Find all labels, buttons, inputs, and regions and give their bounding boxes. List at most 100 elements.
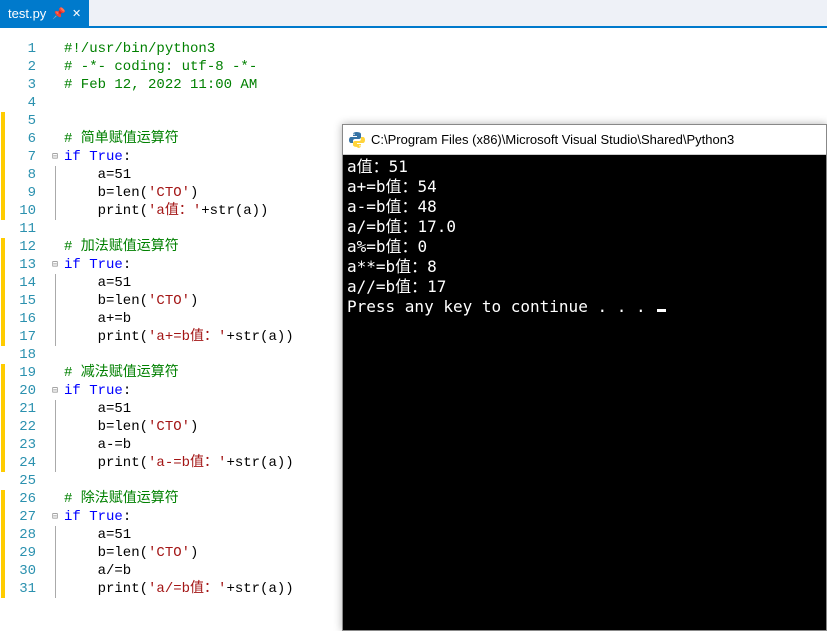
code-line[interactable]: #!/usr/bin/python3 bbox=[64, 40, 827, 58]
fold-empty bbox=[46, 130, 64, 148]
line-number: 21 bbox=[6, 400, 36, 418]
file-tab[interactable]: test.py 📌 ✕ bbox=[0, 0, 89, 26]
change-marker bbox=[1, 508, 5, 526]
change-marker bbox=[1, 580, 5, 598]
tab-bar: test.py 📌 ✕ bbox=[0, 0, 827, 28]
console-line: a%=b值：0 bbox=[347, 237, 822, 257]
console-line: a+=b值：54 bbox=[347, 177, 822, 197]
line-number: 24 bbox=[6, 454, 36, 472]
change-marker bbox=[1, 166, 5, 184]
change-marker bbox=[1, 292, 5, 310]
change-marker bbox=[1, 202, 5, 220]
close-icon[interactable]: ✕ bbox=[72, 7, 81, 20]
fold-toggle-icon[interactable]: ⊟ bbox=[46, 382, 64, 400]
change-marker bbox=[1, 382, 5, 400]
line-numbers: 1234567891011121314151617181920212223242… bbox=[6, 28, 46, 631]
change-marker bbox=[1, 400, 5, 418]
line-number: 13 bbox=[6, 256, 36, 274]
line-number: 31 bbox=[6, 580, 36, 598]
change-marker bbox=[1, 544, 5, 562]
change-marker bbox=[1, 454, 5, 472]
fold-guide bbox=[46, 418, 64, 436]
line-number: 23 bbox=[6, 436, 36, 454]
line-number: 2 bbox=[6, 58, 36, 76]
change-marker bbox=[1, 346, 5, 364]
fold-guide bbox=[46, 562, 64, 580]
fold-guide bbox=[46, 436, 64, 454]
line-number: 28 bbox=[6, 526, 36, 544]
fold-empty bbox=[46, 238, 64, 256]
fold-toggle-icon[interactable]: ⊟ bbox=[46, 148, 64, 166]
fold-guide bbox=[46, 580, 64, 598]
line-number: 18 bbox=[6, 346, 36, 364]
change-marker bbox=[1, 526, 5, 544]
line-number: 5 bbox=[6, 112, 36, 130]
change-marker bbox=[1, 94, 5, 112]
line-number: 25 bbox=[6, 472, 36, 490]
line-number: 1 bbox=[6, 40, 36, 58]
fold-empty bbox=[46, 112, 64, 130]
change-marker bbox=[1, 436, 5, 454]
change-marker bbox=[1, 274, 5, 292]
fold-guide bbox=[46, 544, 64, 562]
line-number: 17 bbox=[6, 328, 36, 346]
change-marker bbox=[1, 418, 5, 436]
console-titlebar[interactable]: C:\Program Files (x86)\Microsoft Visual … bbox=[343, 125, 826, 155]
cursor-icon bbox=[657, 309, 666, 312]
line-number: 8 bbox=[6, 166, 36, 184]
line-number: 16 bbox=[6, 310, 36, 328]
line-number: 3 bbox=[6, 76, 36, 94]
change-marker bbox=[1, 220, 5, 238]
fold-empty bbox=[46, 76, 64, 94]
change-marker bbox=[1, 76, 5, 94]
change-marker bbox=[1, 238, 5, 256]
fold-guide bbox=[46, 454, 64, 472]
change-marker bbox=[1, 364, 5, 382]
code-line[interactable]: # Feb 12, 2022 11:00 AM bbox=[64, 76, 827, 94]
change-marker bbox=[1, 562, 5, 580]
console-window[interactable]: C:\Program Files (x86)\Microsoft Visual … bbox=[342, 124, 827, 631]
python-icon bbox=[349, 132, 365, 148]
fold-empty bbox=[46, 346, 64, 364]
fold-empty bbox=[46, 220, 64, 238]
change-marker bbox=[1, 58, 5, 76]
pin-icon[interactable]: 📌 bbox=[52, 7, 66, 20]
fold-toggle-icon[interactable]: ⊟ bbox=[46, 256, 64, 274]
line-number: 26 bbox=[6, 490, 36, 508]
change-marker bbox=[1, 184, 5, 202]
change-marker bbox=[1, 112, 5, 130]
console-line: a//=b值：17 bbox=[347, 277, 822, 297]
console-output: a值：51a+=b值：54a-=b值：48a/=b值：17.0a%=b值：0a*… bbox=[343, 155, 826, 630]
code-line[interactable]: # -*- coding: utf-8 -*- bbox=[64, 58, 827, 76]
code-line[interactable] bbox=[64, 94, 827, 112]
console-line: a/=b值：17.0 bbox=[347, 217, 822, 237]
fold-guide bbox=[46, 274, 64, 292]
change-marker bbox=[1, 310, 5, 328]
change-marker bbox=[1, 130, 5, 148]
line-number: 22 bbox=[6, 418, 36, 436]
console-line: a**=b值：8 bbox=[347, 257, 822, 277]
fold-column: ⊟ ⊟ ⊟ ⊟ bbox=[46, 28, 64, 631]
line-number: 7 bbox=[6, 148, 36, 166]
line-number: 20 bbox=[6, 382, 36, 400]
fold-guide bbox=[46, 202, 64, 220]
fold-guide bbox=[46, 328, 64, 346]
tab-filename: test.py bbox=[8, 6, 46, 21]
line-number: 30 bbox=[6, 562, 36, 580]
line-number: 9 bbox=[6, 184, 36, 202]
change-marker bbox=[1, 472, 5, 490]
fold-empty bbox=[46, 40, 64, 58]
fold-empty bbox=[46, 94, 64, 112]
console-line: a值：51 bbox=[347, 157, 822, 177]
console-title-text: C:\Program Files (x86)\Microsoft Visual … bbox=[371, 132, 734, 147]
fold-guide bbox=[46, 310, 64, 328]
fold-toggle-icon[interactable]: ⊟ bbox=[46, 508, 64, 526]
line-number: 15 bbox=[6, 292, 36, 310]
line-number: 10 bbox=[6, 202, 36, 220]
fold-guide bbox=[46, 526, 64, 544]
fold-empty bbox=[46, 472, 64, 490]
fold-guide bbox=[46, 166, 64, 184]
fold-guide bbox=[46, 184, 64, 202]
line-number: 4 bbox=[6, 94, 36, 112]
fold-empty bbox=[46, 364, 64, 382]
